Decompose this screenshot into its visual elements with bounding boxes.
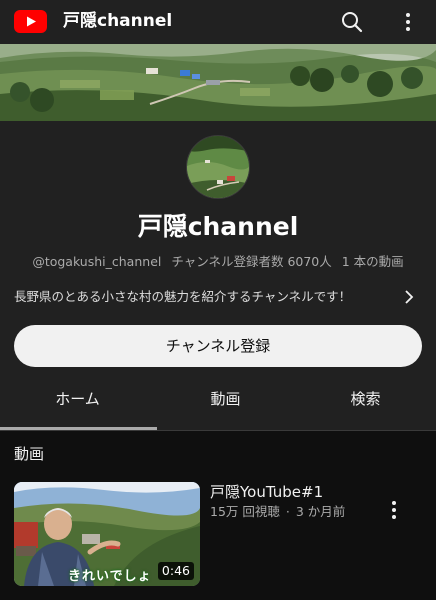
more-vert-icon[interactable]	[398, 6, 418, 38]
channel-meta: @togakushi_channel チャンネル登録者数 6070人 1 本の動…	[0, 254, 436, 270]
subscriber-count: チャンネル登録者数 6070人	[171, 254, 332, 269]
channel-handle: @togakushi_channel	[32, 254, 162, 269]
video-more-icon[interactable]	[384, 496, 404, 524]
channel-header: 戸隠channel @togakushi_channel チャンネル登録者数 6…	[0, 121, 436, 431]
video-thumbnail[interactable]: きれいでしょ 0:46	[14, 482, 200, 586]
channel-banner	[0, 44, 436, 121]
tab-home[interactable]: ホーム	[5, 379, 150, 431]
app-bar-title: 戸隠channel	[63, 11, 173, 31]
banner-landscape-image	[0, 44, 436, 121]
chevron-right-icon	[405, 290, 414, 304]
video-title[interactable]: 戸隠YouTube#1	[210, 482, 323, 502]
top-app-bar: 戸隠channel	[0, 0, 436, 44]
channel-avatar[interactable]	[186, 135, 250, 199]
avatar-landscape-image	[187, 136, 249, 198]
tab-search[interactable]: 検索	[293, 379, 436, 431]
selected-tab-indicator	[0, 427, 157, 430]
search-icon[interactable]	[336, 6, 368, 38]
video-count: 1 本の動画	[341, 254, 404, 269]
tab-videos[interactable]: 動画	[153, 379, 298, 431]
channel-description: 長野県のとある小さな村の魅力を紹介するチャンネルです！	[14, 289, 352, 304]
video-age: 3 か月前	[295, 504, 346, 519]
subscribe-button[interactable]: チャンネル登録	[14, 325, 422, 367]
video-duration-badge: 0:46	[157, 562, 194, 580]
video-list-item[interactable]: きれいでしょ 0:46 戸隠YouTube#1 15万 回視聴 · 3 か月前	[14, 482, 422, 588]
youtube-logo-icon[interactable]	[14, 10, 47, 33]
channel-name: 戸隠channel	[137, 212, 299, 241]
videos-section-title: 動画	[14, 445, 45, 463]
video-meta: 15万 回視聴 · 3 か月前	[210, 504, 347, 520]
channel-description-row[interactable]: 長野県のとある小さな村の魅力を紹介するチャンネルです！	[14, 286, 424, 308]
video-views: 15万 回視聴	[210, 504, 280, 519]
thumbnail-caption: きれいでしょ	[68, 569, 152, 584]
channel-tabs: ホーム 動画 検索	[0, 379, 436, 431]
meta-separator: ·	[285, 504, 290, 519]
